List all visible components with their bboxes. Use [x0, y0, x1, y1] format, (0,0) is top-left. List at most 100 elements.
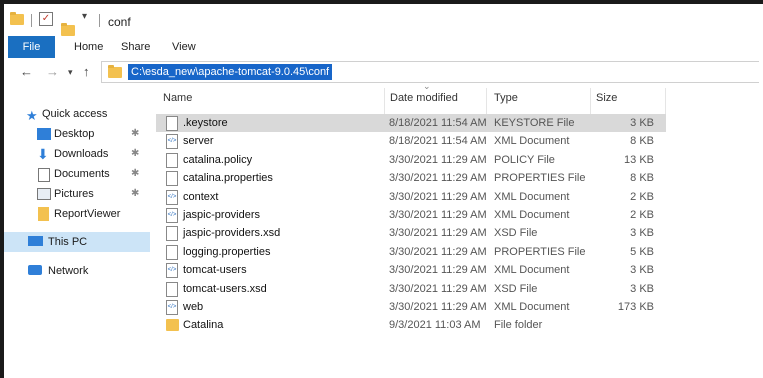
ribbon-tabs: File Home Share View [4, 36, 763, 58]
file-date: 8/18/2021 11:54 AM [389, 135, 487, 148]
file-size: 2 KB [630, 190, 654, 203]
file-size: 13 KB [624, 153, 654, 166]
column-header-name[interactable]: Name [163, 92, 192, 104]
column-divider[interactable] [590, 88, 591, 116]
sidebar-item-label: ReportViewer [54, 208, 121, 220]
sidebar-item-documents[interactable]: Documents ✱ [4, 164, 150, 184]
column-divider[interactable] [665, 88, 666, 116]
sidebar-item-network[interactable]: Network [4, 261, 150, 281]
file-type: POLICY File [494, 153, 555, 166]
navigation-bar: ← → ▾ ↑ C:\esda_new\apache-tomcat-9.0.45… [4, 60, 763, 84]
file-icon [166, 281, 178, 297]
file-row[interactable]: </> server 8/18/2021 11:54 AM XML Document 8… [156, 132, 666, 150]
picture-icon [37, 188, 51, 200]
file-row[interactable]: catalina.properties 3/30/2021 11:29 AM PRO… [156, 169, 666, 187]
sidebar-item-pictures[interactable]: Pictures ✱ [4, 184, 150, 204]
column-divider[interactable] [486, 88, 487, 116]
file-row[interactable]: </> tomcat-users 3/30/2021 11:29 AM XML Doc… [156, 261, 666, 279]
file-name: tomcat-users [183, 264, 247, 277]
file-size: 173 KB [617, 301, 654, 313]
tab-file[interactable]: File [8, 36, 55, 58]
file-name: tomcat-users.xsd [183, 282, 267, 295]
file-name: jaspic-providers [183, 209, 261, 221]
sidebar-item-label: Desktop [54, 128, 95, 140]
file-name: jaspic-providers.xsd [183, 227, 281, 240]
file-row[interactable]: catalina.policy 3/30/2021 11:29 AM POLICY … [156, 151, 666, 169]
xml-file-icon: </> [166, 208, 178, 223]
file-row[interactable]: </> web 3/30/2021 11:29 AM XML Document 173 … [156, 298, 666, 316]
separator [31, 14, 32, 27]
customize-toolbar-icon[interactable]: ▾ [82, 11, 87, 22]
forward-arrow-icon[interactable]: → [46, 64, 59, 79]
folder-icon [10, 12, 24, 25]
properties-icon[interactable]: ✓ [39, 12, 53, 26]
column-divider[interactable] [384, 88, 385, 116]
file-type: XML Document [494, 264, 570, 277]
title-bar: ✓ ▾ conf [4, 4, 763, 36]
folder-icon [166, 319, 179, 332]
file-date: 3/30/2021 11:29 AM [389, 264, 487, 277]
xml-file-icon: </> [166, 189, 178, 205]
file-size: 5 KB [630, 245, 654, 258]
folder-icon [108, 65, 122, 78]
column-header-type[interactable]: Type [494, 92, 518, 104]
column-header-date[interactable]: Date modified [390, 92, 458, 104]
computer-icon [28, 236, 43, 246]
sidebar-item-desktop[interactable]: Desktop ✱ [4, 124, 150, 144]
sidebar-item-this-pc[interactable]: This PC [4, 232, 150, 252]
sidebar-item-quick-access[interactable]: ★ Quick access [4, 104, 150, 124]
star-icon: ★ [26, 108, 38, 123]
up-arrow-icon[interactable]: ↑ [83, 64, 90, 79]
file-date: 3/30/2021 11:29 AM [389, 172, 487, 185]
file-type: XML Document [494, 301, 570, 313]
file-row[interactable]: .keystore 8/18/2021 11:54 AM KEYSTORE File… [156, 114, 666, 132]
sidebar-item-label: Documents [54, 168, 110, 180]
file-row[interactable]: Catalina 9/3/2021 11:03 AM File folder [156, 316, 666, 334]
file-list: Name ⌄ Date modified Type Size .keystore… [150, 81, 763, 378]
file-type: XML Document [494, 135, 570, 148]
pin-icon: ✱ [131, 168, 140, 179]
file-type: XSD File [494, 282, 538, 295]
address-bar[interactable]: C:\esda_new\apache-tomcat-9.0.45\conf [101, 61, 763, 83]
file-row[interactable]: logging.properties 3/30/2021 11:29 AM PROP… [156, 243, 666, 261]
sidebar-item-reportviewer[interactable]: ReportViewer [4, 204, 150, 224]
file-name: .keystore [183, 117, 228, 129]
sidebar-item-label: Downloads [54, 148, 109, 160]
file-name: catalina.policy [183, 153, 253, 166]
tab-view[interactable]: View [172, 36, 196, 58]
file-row[interactable]: tomcat-users.xsd 3/30/2021 11:29 AM XSD Fi… [156, 280, 666, 298]
sort-caret-icon: ⌄ [423, 81, 431, 91]
file-date: 3/30/2021 11:29 AM [389, 245, 487, 258]
new-folder-icon[interactable] [61, 23, 75, 36]
xml-file-icon: </> [166, 134, 178, 150]
window-title: conf [108, 15, 131, 29]
file-icon [166, 116, 178, 131]
pin-icon: ✱ [131, 148, 140, 159]
file-row[interactable]: </> context 3/30/2021 11:29 AM XML Document… [156, 188, 666, 206]
sidebar-item-label: Quick access [42, 108, 108, 120]
file-name: logging.properties [183, 245, 271, 258]
file-date: 3/30/2021 11:29 AM [389, 227, 487, 240]
file-date: 3/30/2021 11:29 AM [389, 209, 487, 221]
file-type: XSD File [494, 227, 538, 240]
file-size: 3 KB [630, 227, 654, 240]
pin-icon: ✱ [131, 188, 140, 199]
xml-file-icon: </> [166, 263, 178, 279]
tab-home[interactable]: Home [74, 36, 103, 58]
sidebar-item-downloads[interactable]: ⬇ Downloads ✱ [4, 144, 150, 164]
window-right-edge [759, 35, 763, 378]
recent-locations-icon[interactable]: ▾ [68, 67, 73, 78]
xml-file-icon: </> [166, 300, 178, 315]
file-row[interactable]: </> jaspic-providers 3/30/2021 11:29 AM XML… [156, 206, 666, 224]
file-type: PROPERTIES File [494, 172, 586, 185]
sidebar-item-label: This PC [48, 236, 88, 248]
tab-share[interactable]: Share [121, 36, 150, 58]
back-arrow-icon[interactable]: ← [20, 64, 33, 79]
file-type: File folder [494, 319, 543, 332]
download-icon: ⬇ [37, 146, 49, 162]
address-path[interactable]: C:\esda_new\apache-tomcat-9.0.45\conf [128, 64, 333, 80]
file-row[interactable]: jaspic-providers.xsd 3/30/2021 11:29 AM XS… [156, 224, 666, 242]
column-header-size[interactable]: Size [596, 92, 617, 104]
navigation-pane: ★ Quick access Desktop ✱ ⬇ Downloads ✱ D… [4, 84, 150, 378]
file-size: 2 KB [630, 209, 654, 221]
